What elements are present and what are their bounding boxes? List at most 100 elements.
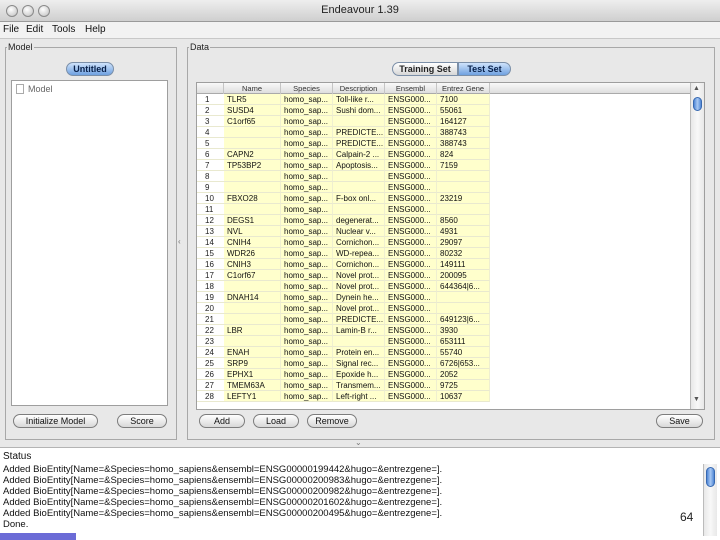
column-header-description[interactable]: Description <box>333 83 385 94</box>
cell-ensembl[interactable]: ENSG000... <box>385 303 437 314</box>
cell-name[interactable]: NVL <box>224 226 281 237</box>
cell-ensembl[interactable]: ENSG000... <box>385 336 437 347</box>
table-row[interactable]: 20 homo_sap... Novel prot... ENSG000... <box>197 303 690 314</box>
cell-species[interactable]: homo_sap... <box>281 171 333 182</box>
table-row[interactable]: 3 C1orf65 homo_sap... ENSG000... 164127 <box>197 116 690 127</box>
table-row[interactable]: 10 FBXO28 homo_sap... F-box onl... ENSG000..… <box>197 193 690 204</box>
cell-species[interactable]: homo_sap... <box>281 127 333 138</box>
cell-ensembl[interactable]: ENSG000... <box>385 325 437 336</box>
cell-index[interactable]: 7 <box>197 160 224 171</box>
table-row[interactable]: 13 NVL homo_sap... Nuclear v... ENSG000... 49… <box>197 226 690 237</box>
cell-ensembl[interactable]: ENSG000... <box>385 226 437 237</box>
cell-index[interactable]: 3 <box>197 116 224 127</box>
cell-index[interactable]: 14 <box>197 237 224 248</box>
table-row[interactable]: 14 CNIH4 homo_sap... Cornichon... ENSG000...… <box>197 237 690 248</box>
cell-description[interactable]: Novel prot... <box>333 303 385 314</box>
remove-button[interactable]: Remove <box>307 414 357 428</box>
cell-entrez[interactable]: 10637 <box>437 391 490 402</box>
cell-index[interactable]: 9 <box>197 182 224 193</box>
data-table[interactable]: Name Species Description Ensembl Entrez … <box>196 82 705 410</box>
cell-index[interactable]: 5 <box>197 138 224 149</box>
cell-ensembl[interactable]: ENSG000... <box>385 94 437 105</box>
cell-entrez[interactable]: 649123|6... <box>437 314 490 325</box>
cell-species[interactable]: homo_sap... <box>281 369 333 380</box>
cell-description[interactable] <box>333 182 385 193</box>
cell-ensembl[interactable]: ENSG000... <box>385 281 437 292</box>
cell-ensembl[interactable]: ENSG000... <box>385 138 437 149</box>
cell-ensembl[interactable]: ENSG000... <box>385 347 437 358</box>
cell-ensembl[interactable]: ENSG000... <box>385 116 437 127</box>
cell-index[interactable]: 11 <box>197 204 224 215</box>
cell-description[interactable]: Sushi dom... <box>333 105 385 116</box>
cell-entrez[interactable]: 388743 <box>437 127 490 138</box>
load-button[interactable]: Load <box>253 414 299 428</box>
cell-index[interactable]: 22 <box>197 325 224 336</box>
cell-index[interactable]: 6 <box>197 149 224 160</box>
cell-name[interactable]: SUSD4 <box>224 105 281 116</box>
cell-entrez[interactable]: 8560 <box>437 215 490 226</box>
cell-description[interactable]: Epoxide h... <box>333 369 385 380</box>
table-row[interactable]: 25 SRP9 homo_sap... Signal rec... ENSG000...… <box>197 358 690 369</box>
cell-species[interactable]: homo_sap... <box>281 270 333 281</box>
cell-entrez[interactable]: 80232 <box>437 248 490 259</box>
cell-entrez[interactable]: 388743 <box>437 138 490 149</box>
status-scrollbar[interactable] <box>703 464 717 536</box>
cell-species[interactable]: homo_sap... <box>281 105 333 116</box>
cell-index[interactable]: 21 <box>197 314 224 325</box>
cell-name[interactable] <box>224 182 281 193</box>
model-tree[interactable]: Model <box>11 80 168 406</box>
cell-index[interactable]: 20 <box>197 303 224 314</box>
table-row[interactable]: 18 homo_sap... Novel prot... ENSG000... 6443… <box>197 281 690 292</box>
cell-name[interactable]: LBR <box>224 325 281 336</box>
cell-species[interactable]: homo_sap... <box>281 237 333 248</box>
initialize-model-button[interactable]: Initialize Model <box>13 414 98 428</box>
cell-species[interactable]: homo_sap... <box>281 193 333 204</box>
cell-description[interactable]: F-box onl... <box>333 193 385 204</box>
table-row[interactable]: 16 CNIH3 homo_sap... Cornichon... ENSG000...… <box>197 259 690 270</box>
cell-index[interactable]: 10 <box>197 193 224 204</box>
cell-index[interactable]: 28 <box>197 391 224 402</box>
cell-species[interactable]: homo_sap... <box>281 215 333 226</box>
cell-ensembl[interactable]: ENSG000... <box>385 380 437 391</box>
cell-species[interactable]: homo_sap... <box>281 160 333 171</box>
cell-entrez[interactable]: 4931 <box>437 226 490 237</box>
cell-species[interactable]: homo_sap... <box>281 347 333 358</box>
cell-species[interactable]: homo_sap... <box>281 116 333 127</box>
cell-species[interactable]: homo_sap... <box>281 226 333 237</box>
table-row[interactable]: 24 ENAH homo_sap... Protein en... ENSG000...… <box>197 347 690 358</box>
cell-species[interactable]: homo_sap... <box>281 248 333 259</box>
cell-species[interactable]: homo_sap... <box>281 94 333 105</box>
cell-name[interactable]: CAPN2 <box>224 149 281 160</box>
cell-name[interactable]: DNAH14 <box>224 292 281 303</box>
cell-index[interactable]: 18 <box>197 281 224 292</box>
cell-description[interactable]: Cornichon... <box>333 259 385 270</box>
cell-description[interactable]: Transmem... <box>333 380 385 391</box>
menu-tools[interactable]: Tools <box>52 24 75 35</box>
cell-entrez[interactable]: 6726|653... <box>437 358 490 369</box>
cell-description[interactable]: Toll-like r... <box>333 94 385 105</box>
cell-species[interactable]: homo_sap... <box>281 204 333 215</box>
cell-name[interactable]: TP53BP2 <box>224 160 281 171</box>
cell-index[interactable]: 15 <box>197 248 224 259</box>
table-row[interactable]: 7 TP53BP2 homo_sap... Apoptosis... ENSG000..… <box>197 160 690 171</box>
cell-name[interactable]: WDR26 <box>224 248 281 259</box>
cell-entrez[interactable]: 29097 <box>437 237 490 248</box>
window-titlebar[interactable]: Endeavour 1.39 <box>0 0 720 22</box>
cell-description[interactable]: Protein en... <box>333 347 385 358</box>
cell-index[interactable]: 27 <box>197 380 224 391</box>
save-button[interactable]: Save <box>656 414 703 428</box>
cell-index[interactable]: 16 <box>197 259 224 270</box>
table-row[interactable]: 26 EPHX1 homo_sap... Epoxide h... ENSG000...… <box>197 369 690 380</box>
table-row[interactable]: 22 LBR homo_sap... Lamin-B r... ENSG000... 39… <box>197 325 690 336</box>
cell-description[interactable]: Calpain-2 ... <box>333 149 385 160</box>
cell-description[interactable]: Novel prot... <box>333 281 385 292</box>
cell-description[interactable]: Novel prot... <box>333 270 385 281</box>
table-row[interactable]: 12 DEGS1 homo_sap... degenerat... ENSG000...… <box>197 215 690 226</box>
cell-species[interactable]: homo_sap... <box>281 314 333 325</box>
cell-ensembl[interactable]: ENSG000... <box>385 314 437 325</box>
cell-name[interactable]: SRP9 <box>224 358 281 369</box>
cell-ensembl[interactable]: ENSG000... <box>385 358 437 369</box>
cell-ensembl[interactable]: ENSG000... <box>385 149 437 160</box>
cell-description[interactable]: Left-right ... <box>333 391 385 402</box>
cell-ensembl[interactable]: ENSG000... <box>385 127 437 138</box>
